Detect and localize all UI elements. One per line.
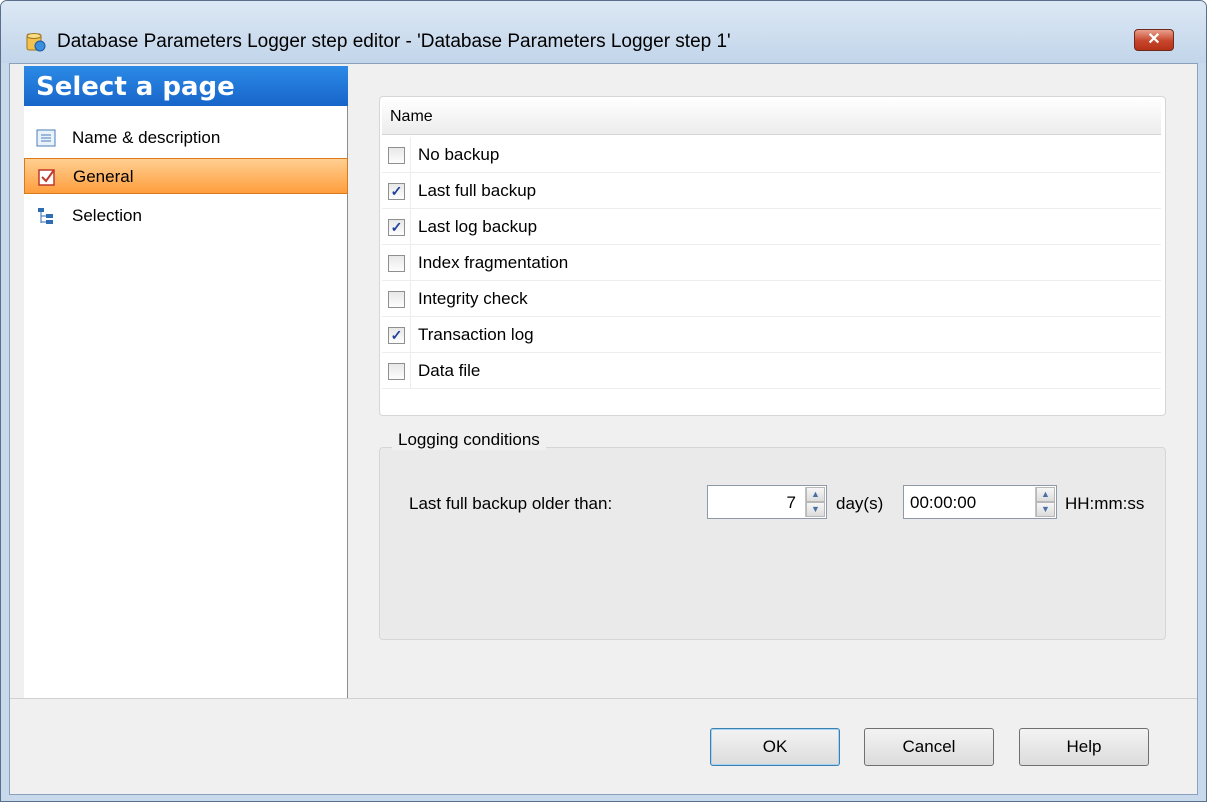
checkbox-last-full-backup[interactable]: ✓ [388, 183, 405, 200]
ok-button[interactable]: OK [710, 728, 840, 766]
row-label: No backup [418, 145, 500, 164]
cell-divider [410, 317, 411, 353]
checklist-row[interactable]: ✓ Last full backup [382, 173, 1161, 209]
help-button[interactable]: Help [1019, 728, 1149, 766]
checkbox-index-fragmentation[interactable] [388, 255, 405, 272]
title-bar[interactable]: Database Parameters Logger step editor -… [1, 1, 1206, 63]
row-label: Data file [418, 361, 481, 380]
column-header-name[interactable]: Name [382, 99, 1161, 135]
row-label: Last log backup [418, 217, 538, 236]
checkbox-last-log-backup[interactable]: ✓ [388, 219, 405, 236]
nav-item-general[interactable]: General [24, 158, 348, 194]
spin-down-icon[interactable]: ▼ [806, 502, 825, 517]
checkbox-integrity-check[interactable] [388, 291, 405, 308]
days-unit-label: day(s) [836, 494, 884, 513]
spin-up-icon[interactable]: ▲ [806, 487, 825, 502]
checklist-panel: Name No backup ✓ Last full backup ✓ Last… [379, 96, 1166, 416]
checklist-row[interactable]: No backup [382, 137, 1161, 173]
time-spin-edit[interactable]: 00:00:00 ▲ ▼ [903, 485, 1057, 519]
spin-up-icon[interactable]: ▲ [1036, 487, 1055, 502]
row-label: Transaction log [418, 325, 534, 344]
dialog-client-area: Select a page Name & description General [9, 63, 1198, 795]
dialog-window: Database Parameters Logger step editor -… [0, 0, 1207, 802]
checkbox-no-backup[interactable] [388, 147, 405, 164]
nav-item-label: Selection [72, 206, 142, 225]
checkbox-data-file[interactable] [388, 363, 405, 380]
days-value: 7 [786, 493, 796, 512]
nav-item-label: General [73, 167, 134, 186]
nav-item-label: Name & description [72, 128, 221, 147]
checkbox-icon [38, 169, 55, 186]
time-value: 00:00:00 [910, 493, 977, 512]
last-full-backup-label: Last full backup older than: [409, 494, 613, 513]
nav-item-name-description[interactable]: Name & description [24, 120, 348, 156]
time-spin-buttons: ▲ ▼ [1035, 487, 1055, 517]
cell-divider [410, 245, 411, 281]
row-label: Index fragmentation [418, 253, 569, 272]
cell-divider [410, 281, 411, 317]
logging-conditions-group [379, 447, 1166, 640]
list-document-icon [36, 129, 56, 147]
nav-item-selection[interactable]: Selection [24, 198, 348, 234]
cell-divider [410, 137, 411, 173]
page-navigation: Select a page Name & description General [24, 66, 348, 698]
checkbox-transaction-log[interactable]: ✓ [388, 327, 405, 344]
footer-divider [10, 698, 1197, 699]
checklist-row[interactable]: ✓ Last log backup [382, 209, 1161, 245]
row-label: Last full backup [418, 181, 537, 200]
tree-icon [38, 208, 53, 224]
time-unit-label: HH:mm:ss [1065, 494, 1145, 513]
logging-conditions-title: Logging conditions [392, 430, 546, 450]
checklist-row[interactable]: Data file [382, 353, 1161, 389]
cancel-button[interactable]: Cancel [864, 728, 994, 766]
checklist-row[interactable]: Integrity check [382, 281, 1161, 317]
days-spin-buttons: ▲ ▼ [805, 487, 825, 517]
spin-down-icon[interactable]: ▼ [1036, 502, 1055, 517]
nav-header: Select a page [24, 66, 348, 106]
database-logger-icon [26, 33, 46, 52]
cell-divider [410, 353, 411, 389]
checklist-row[interactable]: Index fragmentation [382, 245, 1161, 281]
checklist-row[interactable]: ✓ Transaction log [382, 317, 1161, 353]
close-button[interactable]: ✕ [1134, 29, 1174, 51]
row-label: Integrity check [418, 289, 528, 308]
cell-divider [410, 173, 411, 209]
cell-divider [410, 209, 411, 245]
window-title: Database Parameters Logger step editor -… [57, 31, 731, 52]
days-spin-edit[interactable]: 7 ▲ ▼ [707, 485, 827, 519]
